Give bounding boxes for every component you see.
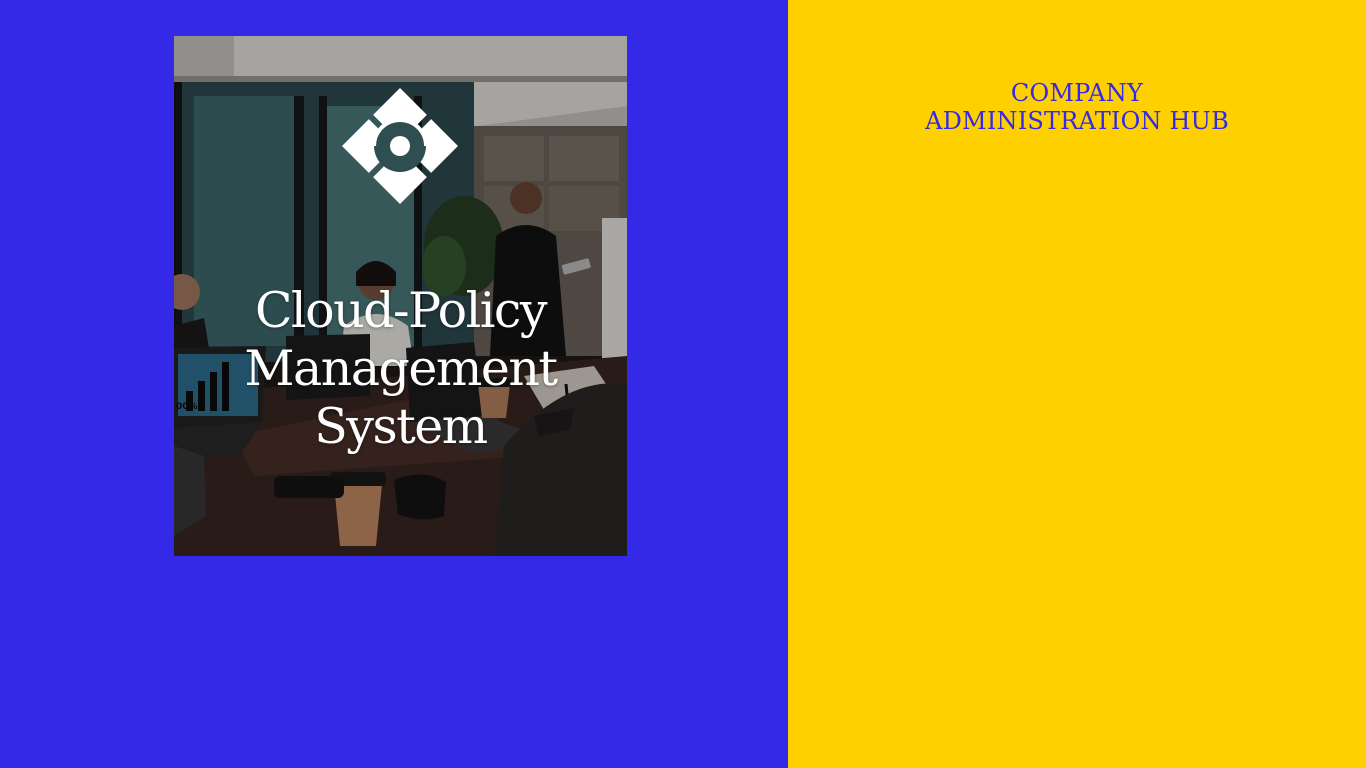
company-heading-line: ADMINISTRATION HUB (925, 107, 1229, 135)
company-heading: COMPANY ADMINISTRATION HUB (788, 79, 1366, 135)
right-panel: COMPANY ADMINISTRATION HUB (788, 0, 1366, 768)
landing-page: 00% Cloud-Policy Management System COMPA… (0, 0, 1366, 768)
left-panel: 00% Cloud-Policy Management System (0, 0, 788, 768)
diamond-quad-logo-icon (342, 88, 458, 204)
hero-card: 00% Cloud-Policy Management System (174, 36, 627, 556)
hero-title-line: System (314, 398, 488, 455)
hero-title-line: Cloud-Policy (254, 282, 548, 339)
hero-title-line: Management (244, 340, 558, 397)
company-heading-line: COMPANY (1010, 79, 1144, 107)
hero-title: Cloud-Policy Management System (174, 282, 627, 456)
